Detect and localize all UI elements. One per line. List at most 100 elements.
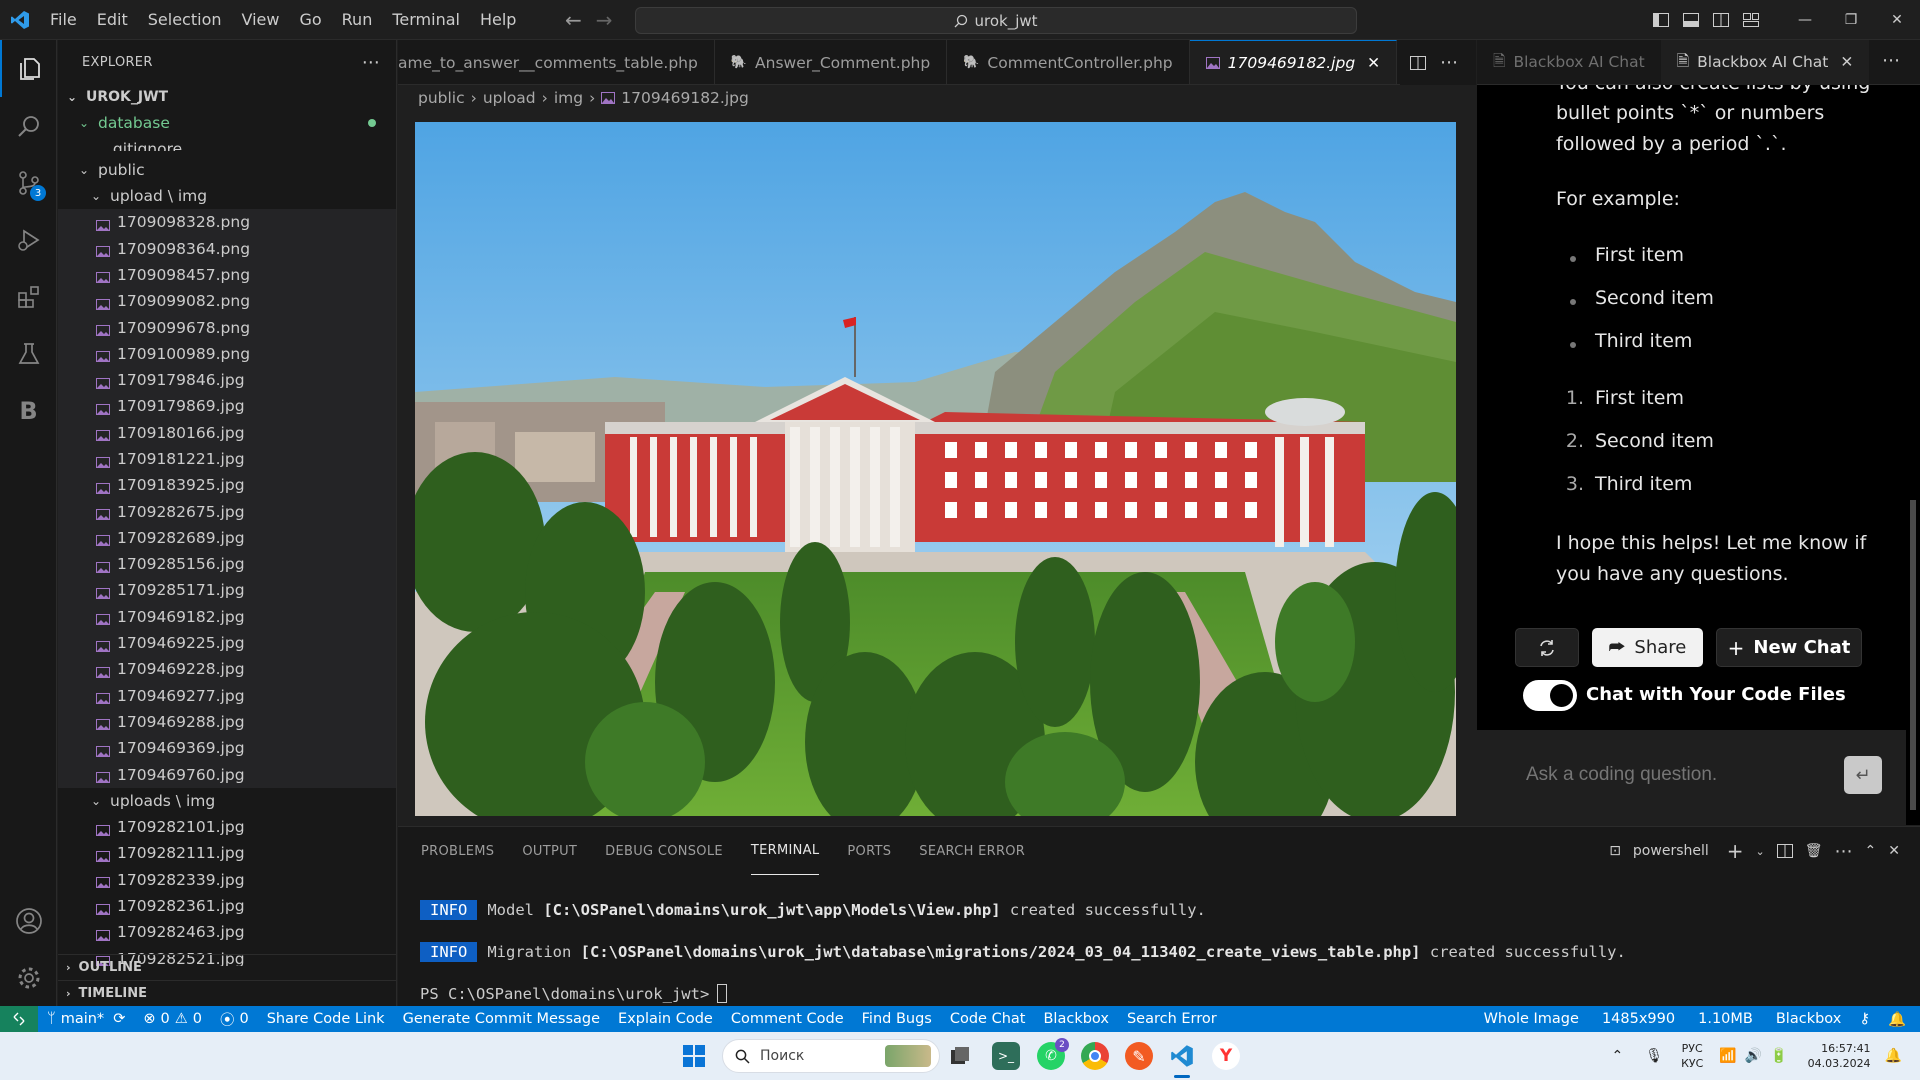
forward-arrow-icon[interactable]: → — [596, 8, 613, 32]
restore-icon[interactable]: ❐ — [1828, 0, 1874, 40]
folder-upload-img[interactable]: ⌄ upload \ img — [58, 183, 396, 209]
show-hidden-icons-chevron[interactable]: ⌃ — [1612, 1048, 1624, 1064]
new-terminal-icon[interactable]: + — [1727, 839, 1744, 863]
scrollbar-thumb[interactable] — [1910, 500, 1916, 810]
tab-image-active[interactable]: 1709469182.jpg ✕ — [1189, 40, 1398, 84]
breadcrumb-item[interactable]: public — [418, 89, 465, 107]
file-item[interactable]: 1709179846.jpg — [58, 367, 396, 393]
file-item[interactable]: 1709285171.jpg — [58, 577, 396, 603]
tab-debug-console[interactable]: DEBUG CONSOLE — [605, 827, 723, 875]
status-code-chat[interactable]: Code Chat — [941, 1011, 1035, 1027]
new-chat-button[interactable]: + New Chat — [1716, 628, 1862, 667]
file-item[interactable]: 1709282463.jpg — [58, 919, 396, 945]
outline-section[interactable]: › OUTLINE — [58, 954, 396, 980]
file-item[interactable]: 1709282111.jpg — [58, 840, 396, 866]
timeline-section[interactable]: › TIMELINE — [58, 980, 396, 1006]
minimize-icon[interactable]: — — [1782, 0, 1828, 40]
file-item[interactable]: 1709099082.png — [58, 288, 396, 314]
status-comment-code[interactable]: Comment Code — [722, 1011, 853, 1027]
tab-ports[interactable]: PORTS — [847, 827, 891, 875]
terminal-app-icon[interactable]: >_ — [992, 1042, 1020, 1070]
file-gitignore[interactable]: .gitignore — [58, 137, 396, 151]
windows-start-icon[interactable] — [680, 1042, 708, 1070]
search-activity[interactable] — [0, 97, 57, 154]
status-explain-code[interactable]: Explain Code — [609, 1011, 722, 1027]
file-item[interactable]: 1709469228.jpg — [58, 656, 396, 682]
file-item[interactable]: 1709282361.jpg — [58, 893, 396, 919]
manage-activity[interactable] — [0, 949, 57, 1006]
close-window-icon[interactable]: ✕ — [1874, 0, 1920, 40]
source-control-activity[interactable]: 3 — [0, 154, 57, 211]
tab-terminal[interactable]: TERMINAL — [750, 827, 820, 875]
image-zoom-status[interactable]: Whole Image — [1475, 1011, 1593, 1027]
shell-name[interactable]: powershell — [1633, 843, 1709, 859]
sync-icon[interactable]: ⟳ — [113, 1011, 125, 1027]
share-button[interactable]: ⮫ Share — [1592, 628, 1703, 667]
more-actions-icon[interactable]: ⋯ — [1835, 841, 1853, 862]
git-branch[interactable]: ᛘ main* ⟳ — [38, 1011, 134, 1027]
remote-indicator[interactable] — [0, 1006, 38, 1032]
file-item[interactable]: 1709181221.jpg — [58, 446, 396, 472]
yandex-browser-icon[interactable]: Y — [1212, 1042, 1240, 1070]
image-preview[interactable] — [415, 122, 1456, 816]
taskview-icon[interactable] — [946, 1042, 974, 1070]
toggle-secondary-sidebar-icon[interactable] — [1706, 0, 1736, 40]
breadcrumb-item[interactable]: upload — [483, 89, 536, 107]
command-center-search[interactable]: urok_jwt — [635, 7, 1357, 34]
file-item[interactable]: 1709179869.jpg — [58, 393, 396, 419]
taskbar-search[interactable]: Поиск — [722, 1039, 940, 1073]
menu-file[interactable]: File — [40, 0, 87, 40]
menu-selection[interactable]: Selection — [138, 0, 232, 40]
file-item[interactable]: 1709469225.jpg — [58, 630, 396, 656]
volume-icon[interactable]: 🔊 — [1745, 1048, 1762, 1064]
terminal-prompt-line[interactable]: PS C:\OSPanel\domains\urok_jwt> — [420, 984, 728, 1003]
chevron-down-icon[interactable]: ⌄ — [1756, 845, 1765, 858]
explorer-activity[interactable] — [0, 40, 57, 97]
file-item[interactable]: 1709469277.jpg — [58, 683, 396, 709]
tab-comment-controller[interactable]: 🐘 CommentController.php — [947, 40, 1190, 84]
status-blackbox[interactable]: Blackbox — [1034, 1011, 1117, 1027]
toggle-panel-icon[interactable] — [1676, 0, 1706, 40]
status-share-code-link[interactable]: Share Code Link — [258, 1011, 394, 1027]
vscode-taskbar-icon[interactable] — [1168, 1042, 1196, 1078]
file-item[interactable]: 1709183925.jpg — [58, 472, 396, 498]
menu-edit[interactable]: Edit — [87, 0, 138, 40]
file-item[interactable]: 1709469182.jpg — [58, 604, 396, 630]
trash-icon[interactable]: 🗑 — [1805, 843, 1823, 859]
key-icon[interactable]: ⚷ — [1850, 1011, 1879, 1027]
folder-database[interactable]: ⌄ database — [58, 110, 396, 136]
back-arrow-icon[interactable]: ← — [565, 8, 582, 32]
status-find-bugs[interactable]: Find Bugs — [853, 1011, 941, 1027]
tab-problems[interactable]: PROBLEMS — [421, 827, 494, 875]
more-actions-icon[interactable]: ⋯ — [1440, 52, 1458, 73]
status-blackbox-right[interactable]: Blackbox — [1767, 1011, 1850, 1027]
maximize-panel-icon[interactable]: ⌃ — [1865, 843, 1877, 859]
file-item[interactable]: 1709180166.jpg — [58, 420, 396, 446]
brave-or-pen-app-icon[interactable]: ✎ — [1125, 1042, 1153, 1070]
folder-uploads-img[interactable]: ⌄ uploads \ img — [58, 788, 396, 814]
breadcrumb-item[interactable]: 1709469182.jpg — [621, 89, 749, 107]
ports-indicator[interactable]: ⦿ 0 — [211, 1009, 258, 1030]
close-tab-icon[interactable]: ✕ — [1367, 54, 1380, 72]
regenerate-button[interactable] — [1515, 628, 1579, 667]
run-debug-activity[interactable] — [0, 211, 57, 268]
chrome-icon[interactable] — [1081, 1042, 1109, 1070]
status-generate-commit-message[interactable]: Generate Commit Message — [394, 1011, 609, 1027]
breadcrumb-item[interactable]: img — [554, 89, 583, 107]
file-item[interactable]: 1709100989.png — [58, 341, 396, 367]
clock[interactable]: 16:57:41 04.03.2024 — [1808, 1041, 1871, 1071]
chat-input[interactable] — [1526, 758, 1826, 792]
notifications-bell-icon[interactable]: 🔔 — [1879, 1011, 1920, 1028]
status-search-error[interactable]: Search Error — [1118, 1011, 1226, 1027]
file-item[interactable]: 1709469369.jpg — [58, 735, 396, 761]
file-item[interactable]: 1709282689.jpg — [58, 525, 396, 551]
split-editor-icon[interactable] — [1410, 55, 1426, 70]
menu-view[interactable]: View — [232, 0, 290, 40]
file-item[interactable]: 1709099678.png — [58, 314, 396, 340]
language-indicator[interactable]: РУС КУС — [1681, 1041, 1703, 1071]
file-item[interactable]: 1709098328.png — [58, 209, 396, 235]
more-actions-icon[interactable]: ⋯ — [362, 52, 380, 73]
folder-public[interactable]: ⌄ public — [58, 157, 396, 183]
problems-indicator[interactable]: ⊗ 0 ⚠ 0 — [134, 1011, 211, 1027]
close-tab-icon[interactable]: ✕ — [1840, 53, 1853, 71]
